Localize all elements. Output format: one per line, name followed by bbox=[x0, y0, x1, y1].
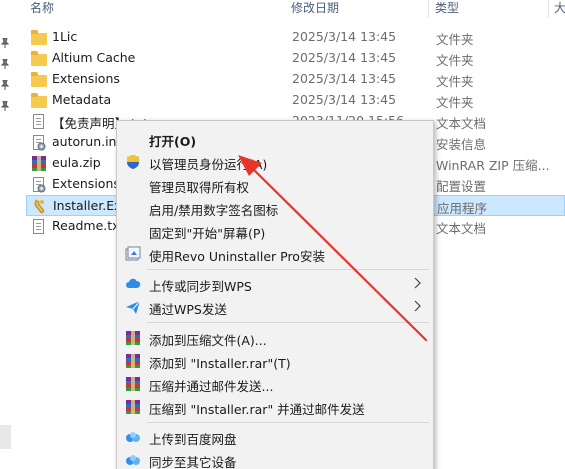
file-row[interactable]: Metadata 2025/3/14 13:45 文件夹 bbox=[26, 90, 565, 111]
file-name: autorun.inf bbox=[52, 134, 121, 149]
revo-uninstaller-icon bbox=[125, 246, 141, 261]
file-type: 文件夹 bbox=[436, 95, 474, 110]
file-type: 文件夹 bbox=[436, 74, 474, 89]
chevron-right-icon bbox=[414, 277, 421, 289]
file-row[interactable]: Altium Cache 2025/3/14 13:45 文件夹 bbox=[26, 48, 565, 69]
menu-item-add-to-installer-rar[interactable]: 添加到 "Installer.rar"(T) bbox=[117, 349, 431, 372]
menu-item-label: 添加到 "Installer.rar"(T) bbox=[149, 356, 291, 371]
file-name: Extensions bbox=[52, 71, 120, 86]
menu-item-label: 压缩到 "Installer.rar" 并通过邮件发送 bbox=[149, 402, 365, 417]
pin-icon[interactable] bbox=[1, 101, 9, 111]
file-date: 2025/3/14 13:45 bbox=[292, 71, 397, 86]
file-row[interactable]: Extensions 2025/3/14 13:45 文件夹 bbox=[26, 69, 565, 90]
menu-separator bbox=[147, 422, 429, 423]
nav-pane-scroll-area[interactable] bbox=[0, 425, 11, 449]
baidu-sync-icon bbox=[126, 455, 140, 465]
file-type: 应用程序 bbox=[437, 201, 488, 216]
menu-item-label: 添加到压缩文件(A)... bbox=[149, 333, 267, 348]
file-name: Installer.Ex bbox=[53, 198, 122, 213]
winrar-icon bbox=[126, 354, 140, 368]
menu-item-open[interactable]: 打开(O) bbox=[117, 127, 431, 150]
file-date: 2025/3/14 13:45 bbox=[292, 92, 397, 107]
column-header-date[interactable]: 修改日期 bbox=[291, 0, 339, 18]
menu-item-compress-to-installer-rar-and-email[interactable]: 压缩到 "Installer.rar" 并通过邮件发送 bbox=[117, 395, 431, 418]
file-date: 2025/3/14 13:45 bbox=[292, 50, 397, 65]
winrar-icon bbox=[126, 377, 140, 391]
pin-icon[interactable] bbox=[1, 80, 9, 90]
settings-file-icon bbox=[31, 177, 47, 193]
file-type: 安装信息 bbox=[436, 137, 487, 152]
menu-item-label: 管理员取得所有权 bbox=[149, 180, 250, 195]
menu-item-label: 打开(O) bbox=[149, 134, 197, 149]
file-date: 2025/3/14 13:45 bbox=[292, 29, 397, 44]
menu-item-wps-upload[interactable]: 上传或同步到WPS bbox=[117, 272, 431, 295]
column-header-size[interactable]: 大 bbox=[554, 0, 565, 18]
file-row[interactable]: 1Lic 2025/3/14 13:45 文件夹 bbox=[26, 27, 565, 48]
winrar-icon bbox=[126, 400, 140, 414]
installer-icon bbox=[32, 199, 48, 214]
winrar-icon bbox=[126, 331, 140, 345]
file-type: 文件夹 bbox=[436, 32, 474, 47]
file-name: Altium Cache bbox=[52, 50, 136, 65]
file-type: WinRAR ZIP 压缩... bbox=[436, 158, 550, 173]
menu-item-label: 使用Revo Uninstaller Pro安装 bbox=[149, 249, 325, 264]
menu-item-signature-icon-toggle[interactable]: 启用/禁用数字签名图标 bbox=[117, 196, 431, 219]
folder-icon bbox=[31, 51, 47, 66]
menu-item-label: 以管理员身份运行(A) bbox=[149, 157, 268, 172]
file-name: Readme.txt bbox=[52, 218, 125, 233]
folder-icon bbox=[31, 30, 47, 45]
menu-item-label: 通过WPS发送 bbox=[149, 302, 227, 317]
chevron-right-icon bbox=[414, 300, 421, 312]
menu-item-label: 固定到"开始"屏幕(P) bbox=[149, 226, 266, 241]
menu-item-take-ownership[interactable]: 管理员取得所有权 bbox=[117, 173, 431, 196]
file-name: 1Lic bbox=[52, 29, 78, 44]
baidu-netdisk-icon bbox=[126, 432, 140, 442]
menu-item-add-to-archive[interactable]: 添加到压缩文件(A)... bbox=[117, 326, 431, 349]
explorer-window: 名称 修改日期 类型 大 1Lic 2025/3/14 13:45 文件夹 Al… bbox=[0, 0, 565, 469]
settings-file-icon bbox=[31, 135, 47, 151]
wps-cloud-icon bbox=[126, 278, 141, 288]
file-name: Extensions bbox=[52, 176, 120, 191]
folder-icon bbox=[31, 72, 47, 87]
folder-icon bbox=[31, 93, 47, 108]
context-menu: 打开(O) 以管理员身份运行(A) 管理员取得所有权 启用/禁用数字签名图标 固… bbox=[116, 120, 434, 469]
uac-shield-icon bbox=[127, 155, 139, 169]
file-type: 配置设置 bbox=[436, 179, 487, 194]
text-file-icon bbox=[31, 219, 47, 234]
text-file-icon bbox=[31, 114, 47, 129]
file-name: Metadata bbox=[52, 92, 112, 107]
menu-separator bbox=[147, 269, 429, 270]
column-divider[interactable] bbox=[548, 0, 549, 18]
menu-item-wps-send[interactable]: 通过WPS发送 bbox=[117, 295, 431, 318]
menu-separator bbox=[147, 322, 429, 323]
pin-icon[interactable] bbox=[1, 59, 9, 69]
menu-item-label: 启用/禁用数字签名图标 bbox=[149, 203, 279, 218]
pin-icon[interactable] bbox=[1, 38, 9, 48]
file-type: 文件夹 bbox=[436, 53, 474, 68]
menu-item-pin-to-start[interactable]: 固定到"开始"屏幕(P) bbox=[117, 219, 431, 242]
navigation-pane-edge bbox=[0, 0, 11, 469]
menu-item-label: 同步至其它设备 bbox=[149, 455, 237, 469]
file-type: 文本文档 bbox=[436, 221, 487, 236]
menu-item-run-as-admin[interactable]: 以管理员身份运行(A) bbox=[117, 150, 431, 173]
column-header-name[interactable]: 名称 bbox=[30, 0, 54, 18]
menu-item-baidu-sync[interactable]: 同步至其它设备 bbox=[117, 448, 431, 469]
file-type: 文本文档 bbox=[436, 116, 487, 131]
file-name: eula.zip bbox=[52, 155, 101, 170]
column-header-type[interactable]: 类型 bbox=[435, 0, 459, 18]
column-divider[interactable] bbox=[428, 0, 429, 18]
wps-send-icon bbox=[126, 300, 141, 314]
winrar-icon bbox=[31, 156, 47, 171]
menu-item-label: 上传到百度网盘 bbox=[149, 432, 237, 447]
menu-item-revo-install[interactable]: 使用Revo Uninstaller Pro安装 bbox=[117, 242, 431, 265]
menu-item-label: 上传或同步到WPS bbox=[149, 279, 252, 294]
menu-item-baidu-upload[interactable]: 上传到百度网盘 bbox=[117, 425, 431, 448]
menu-item-compress-and-email[interactable]: 压缩并通过邮件发送... bbox=[117, 372, 431, 395]
menu-item-label: 压缩并通过邮件发送... bbox=[149, 379, 274, 394]
